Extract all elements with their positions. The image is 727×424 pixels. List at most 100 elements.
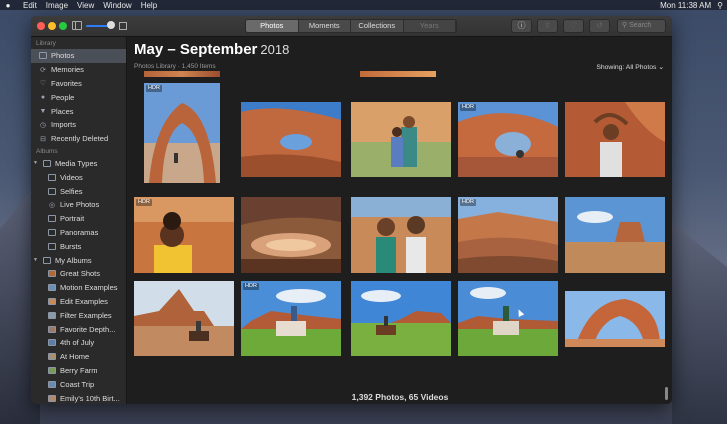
sidebar-album-item[interactable]: Emily's 10th Birt...: [31, 391, 126, 404]
tab-collections[interactable]: Collections: [351, 20, 404, 32]
sidebar-album-item[interactable]: At Home: [31, 350, 126, 364]
sidebar-item-label: Live Photos: [60, 200, 100, 210]
photo-thumbnail[interactable]: HDR: [241, 281, 341, 356]
sidebar-folder-media-types[interactable]: ▼ Media Types: [31, 157, 126, 171]
sidebar-album-item[interactable]: Berry Farm: [31, 364, 126, 378]
menubar-search-icon[interactable]: ⚲: [717, 1, 723, 10]
photo-thumbnail[interactable]: [144, 71, 220, 77]
sidebar-item-portrait[interactable]: Portrait: [31, 212, 126, 226]
sidebar-item-memories[interactable]: ⟳ Memories: [31, 63, 126, 77]
menubar-clock[interactable]: Mon 11:38 AM: [660, 1, 711, 10]
hdr-badge: HDR: [243, 283, 259, 290]
sidebar-item-label: Filter Examples: [60, 310, 112, 320]
person-icon: ●: [40, 93, 46, 101]
photo-thumbnail[interactable]: [351, 197, 451, 273]
trash-icon: ⊟: [40, 135, 46, 143]
sidebar-album-item[interactable]: 4th of July: [31, 336, 126, 350]
sidebar-item-imports[interactable]: ◷ Imports: [31, 118, 126, 132]
sidebar-item-live-photos[interactable]: ◎ Live Photos: [31, 198, 126, 212]
favorite-button[interactable]: ♡: [563, 19, 584, 33]
photo-thumbnail[interactable]: [565, 102, 665, 177]
sidebar-album-item[interactable]: Coast Trip: [31, 377, 126, 391]
sidebar-folder-my-albums[interactable]: ▼ My Albums: [31, 253, 126, 267]
heart-icon: ♡: [39, 80, 47, 88]
canyon-valley-photo: [458, 197, 558, 273]
minimize-window-button[interactable]: [48, 22, 56, 30]
sidebar-item-people[interactable]: ● People: [31, 90, 126, 104]
sidebar-item-label: At Home: [60, 352, 90, 362]
chevron-down-icon: ⌄: [658, 64, 664, 71]
arch-photo: [144, 83, 220, 183]
sidebar-item-bursts[interactable]: Bursts: [31, 239, 126, 253]
page-title: May – September 2018: [134, 41, 289, 58]
sidebar-album-item[interactable]: Edit Examples: [31, 295, 126, 309]
rotate-button[interactable]: ↺: [589, 19, 610, 33]
close-window-button[interactable]: [37, 22, 45, 30]
photo-thumbnail[interactable]: [565, 197, 665, 273]
disclosure-triangle-icon[interactable]: ▼: [33, 160, 39, 166]
horse-girl-photo: [458, 281, 558, 356]
sidebar-item-label: Favorites: [51, 78, 82, 88]
sidebar-album-item[interactable]: Great Shots: [31, 267, 126, 281]
album-thumbnail-icon: [48, 380, 56, 388]
tab-years[interactable]: Years: [403, 20, 456, 32]
sidebar-album-item[interactable]: Filter Examples: [31, 308, 126, 322]
sidebar-album-item[interactable]: Motion Examples: [31, 281, 126, 295]
sidebar-album-item[interactable]: Favorite Depth...: [31, 322, 126, 336]
info-button[interactable]: ⓘ: [511, 19, 532, 33]
photo-thumbnail[interactable]: HDR: [134, 197, 234, 273]
photo-thumbnail[interactable]: [458, 281, 558, 356]
sidebar-item-panoramas[interactable]: Panoramas: [31, 226, 126, 240]
heart-icon: ♡: [569, 21, 578, 30]
photo-thumbnail[interactable]: [351, 281, 451, 356]
sidebar-item-recently-deleted[interactable]: ⊟ Recently Deleted: [31, 132, 126, 146]
sidebar-item-label: Memories: [51, 65, 84, 75]
tab-photos[interactable]: Photos: [246, 20, 299, 32]
sidebar-item-label: Videos: [60, 172, 83, 182]
vertical-scrollbar[interactable]: [665, 387, 668, 400]
photo-thumbnail[interactable]: [134, 281, 234, 356]
photo-thumbnail[interactable]: [360, 71, 436, 77]
menu-image[interactable]: Image: [46, 1, 68, 10]
album-thumbnail-icon: [48, 270, 56, 278]
sidebar-item-videos[interactable]: Videos: [31, 170, 126, 184]
library-count: Photos Library · 1,450 Items: [134, 63, 216, 70]
sidebar-section-library: Library: [36, 40, 56, 47]
sidebar-item-label: Great Shots: [60, 269, 101, 279]
search-field[interactable]: ⚲ Search: [617, 19, 666, 33]
sidebar-item-photos[interactable]: Photos: [31, 49, 126, 63]
photo-grid-area: May – September 2018 Photos Library · 1,4…: [128, 37, 672, 404]
sidebar-toggle-icon[interactable]: [72, 21, 82, 30]
sidebar-section-albums: Albums: [36, 147, 58, 155]
grid-size-icon[interactable]: [119, 22, 127, 30]
menu-help[interactable]: Help: [141, 1, 157, 10]
sidebar-item-favorites[interactable]: ♡ Favorites: [31, 77, 126, 91]
photos-window: Photos Moments Collections Years ⓘ ⇪ ♡ ↺…: [31, 16, 672, 404]
photo-thumbnail[interactable]: HDR: [144, 83, 220, 183]
menu-edit[interactable]: Edit: [23, 1, 37, 10]
photo-thumbnail[interactable]: [241, 197, 341, 273]
menu-window[interactable]: Window: [103, 1, 131, 10]
sidebar-item-label: Imports: [51, 120, 77, 130]
disclosure-triangle-icon[interactable]: ▼: [33, 257, 39, 263]
zoom-slider-knob[interactable]: [107, 21, 115, 29]
tab-moments[interactable]: Moments: [298, 20, 351, 32]
horse-rider-photo: [134, 281, 234, 356]
fullscreen-window-button[interactable]: [59, 22, 67, 30]
share-button[interactable]: ⇪: [537, 19, 558, 33]
album-thumbnail-icon: [48, 339, 56, 347]
showing-filter-dropdown[interactable]: Showing: All Photos ⌄: [596, 63, 664, 71]
sidebar-item-places[interactable]: ▼ Places: [31, 104, 126, 118]
share-icon: ⇪: [544, 21, 551, 30]
photo-thumbnail[interactable]: [241, 102, 341, 177]
menu-view[interactable]: View: [77, 1, 94, 10]
photo-thumbnail[interactable]: HDR: [458, 102, 558, 177]
showing-label: Showing:: [596, 64, 625, 71]
sidebar-item-label: Coast Trip: [60, 379, 95, 389]
photo-thumbnail[interactable]: [351, 102, 451, 177]
sidebar-item-selfies[interactable]: Selfies: [31, 184, 126, 198]
sidebar-item-label: Selfies: [60, 186, 83, 196]
apple-menu-icon[interactable]: ●: [2, 1, 14, 10]
photo-thumbnail[interactable]: [565, 291, 665, 347]
photo-thumbnail[interactable]: HDR: [458, 197, 558, 273]
